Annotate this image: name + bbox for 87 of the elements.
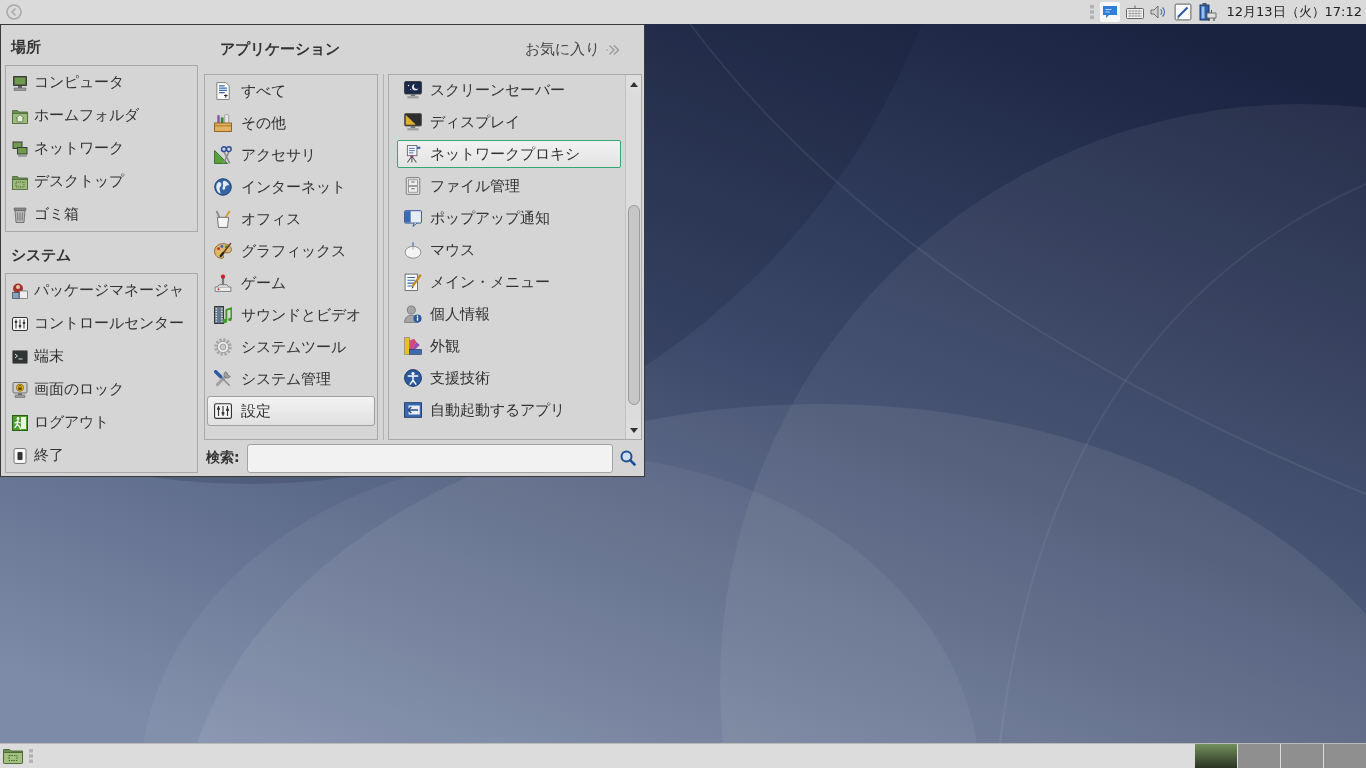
section-heading: システム	[10, 245, 71, 266]
gear-icon	[214, 338, 232, 356]
box-icon	[214, 114, 232, 132]
category-item[interactable]: すべて	[207, 76, 375, 106]
place-item[interactable]: コンピュータ	[6, 66, 197, 99]
scissors-ruler-icon	[214, 146, 232, 164]
category-item[interactable]: ゲーム	[207, 268, 375, 298]
notepad-pencil-icon	[404, 273, 422, 291]
place-item[interactable]: ホームフォルダ	[6, 99, 197, 132]
settings-item[interactable]: ディスプレイ	[397, 108, 621, 136]
document-icon	[214, 82, 232, 100]
category-item[interactable]: システム管理	[207, 364, 375, 394]
globe-icon	[214, 178, 232, 196]
settings-item[interactable]: 外観	[397, 332, 621, 360]
grip-handle-icon[interactable]	[1090, 5, 1095, 19]
network-icon	[12, 140, 28, 157]
easel-icon	[404, 145, 422, 163]
terminal-icon	[12, 348, 28, 365]
caret-down-icon	[629, 427, 638, 433]
system-item[interactable]: 端末	[6, 340, 197, 373]
keyboard-icon[interactable]	[1126, 5, 1145, 19]
switch-icon	[12, 447, 28, 464]
accessibility-icon	[404, 369, 422, 387]
double-chevron-icon	[606, 43, 620, 56]
settings-item[interactable]: スクリーンセーバー	[397, 76, 621, 104]
wrench-screwdriver-icon	[214, 370, 232, 388]
settings-item[interactable]: 個人情報	[397, 300, 621, 328]
user-info-icon	[404, 305, 422, 323]
section-heading: アプリケーション	[220, 40, 340, 59]
monitor-lock-icon	[12, 381, 28, 398]
sliders-icon	[214, 402, 232, 420]
settings-item[interactable]: 支援技術	[397, 364, 621, 392]
search-label: 検索:	[206, 449, 240, 467]
color-swatches-icon	[404, 337, 422, 355]
scrollbar-thumb[interactable]	[627, 205, 640, 405]
package-icon	[12, 282, 28, 299]
settings-item[interactable]: 自動起動するアプリ	[397, 396, 621, 424]
trash-icon	[12, 206, 28, 223]
search-field[interactable]	[247, 443, 613, 473]
popup-window-icon	[404, 209, 422, 227]
palette-icon	[214, 242, 232, 260]
section-heading: 場所	[9, 37, 41, 58]
category-item[interactable]: インターネット	[207, 172, 375, 202]
film-note-icon	[214, 306, 232, 324]
grip-handle-icon[interactable]	[29, 749, 33, 763]
system-item[interactable]: 画面のロック	[6, 373, 197, 406]
chat-icon[interactable]	[1100, 2, 1121, 22]
settings-item[interactable]: ポップアップ通知	[397, 204, 621, 232]
category-item[interactable]: システムツール	[207, 332, 375, 362]
folder-icon[interactable]	[3, 748, 23, 764]
filing-cabinet-icon	[404, 177, 422, 195]
clock-text: 12月13日（火）17:12	[1226, 3, 1362, 21]
category-item[interactable]: アクセサリ	[207, 140, 375, 170]
place-item[interactable]: デスクトップ	[6, 165, 197, 198]
system-item[interactable]: 終了	[6, 439, 197, 472]
category-item[interactable]: 設定	[207, 396, 375, 426]
system-item[interactable]: パッケージマネージャ	[6, 274, 197, 307]
mouse-icon	[404, 241, 422, 259]
pen-tablet-icon[interactable]	[1174, 3, 1193, 21]
category-item[interactable]: その他	[207, 108, 375, 138]
settings-item[interactable]: マウス	[397, 236, 621, 264]
category-item[interactable]: オフィス	[207, 204, 375, 234]
category-item[interactable]: グラフィックス	[207, 236, 375, 266]
exit-sign-icon	[12, 414, 28, 431]
pencil-cup-icon	[214, 210, 232, 228]
settings-item[interactable]: メイン・メニュー	[397, 268, 621, 296]
place-item[interactable]: ネットワーク	[6, 132, 197, 165]
home-folder-icon	[12, 107, 28, 124]
battery-plug-icon[interactable]	[1198, 2, 1219, 22]
caret-up-icon	[629, 81, 638, 87]
folder-icon	[12, 173, 28, 190]
arrow-window-icon	[404, 401, 422, 419]
favorites-button[interactable]: お気に入り	[525, 40, 620, 59]
system-item[interactable]: ログアウト	[6, 406, 197, 439]
computer-icon	[12, 74, 28, 91]
workspace-button[interactable]	[1195, 744, 1237, 768]
monitor-moon-icon	[404, 81, 422, 99]
place-item[interactable]: ゴミ箱	[6, 198, 197, 231]
search-icon[interactable]	[620, 450, 636, 466]
settings-item[interactable]: ファイル管理	[397, 172, 621, 200]
scrollbar[interactable]	[625, 75, 641, 439]
system-item[interactable]: コントロールセンター	[6, 307, 197, 340]
category-item[interactable]: サウンドとビデオ	[207, 300, 375, 330]
sliders-icon	[12, 315, 28, 332]
joystick-icon	[214, 274, 232, 292]
monitor-icon	[404, 113, 422, 131]
settings-item[interactable]: ネットワークプロキシ	[397, 140, 621, 168]
